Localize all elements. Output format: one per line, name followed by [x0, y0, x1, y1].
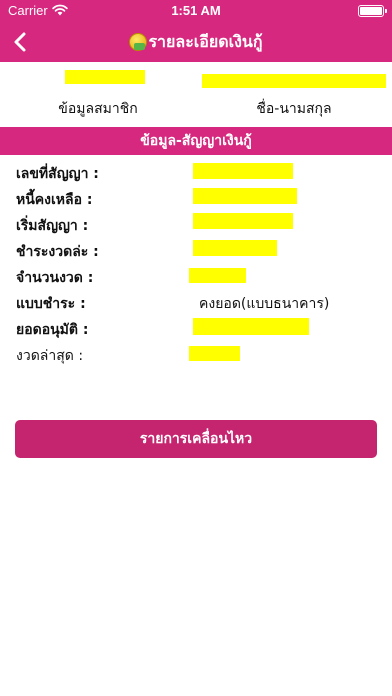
section-title: ข้อมูล-สัญญาเงินกู้: [140, 133, 252, 149]
loan-contract-section-header: ข้อมูล-สัญญาเงินกู้: [0, 127, 392, 155]
start-date-row: เริ่มสัญญา :: [0, 212, 392, 238]
balance-row: หนี้คงเหลือ :: [0, 186, 392, 212]
redacted-last-period: [189, 346, 240, 361]
payment-type-row: แบบชำระ : คงยอด(แบบธนาคาร): [0, 290, 392, 316]
redacted-installment: [193, 240, 277, 256]
approved-amount-row: ยอดอนุมัติ :: [0, 316, 392, 342]
last-period-label: งวดล่าสุด :: [16, 348, 84, 364]
status-bar: Carrier 1:51 AM: [0, 0, 392, 22]
redacted-periods: [189, 268, 246, 283]
clock: 1:51 AM: [171, 3, 221, 18]
member-info: ข้อมูลสมาชิก ชื่อ-นามสกุล: [0, 62, 392, 126]
battery-icon: [358, 5, 387, 17]
member-name-block: ชื่อ-นามสกุล: [196, 62, 392, 126]
redacted-member-id: [65, 70, 145, 84]
contract-number-label: เลขที่สัญญา :: [16, 166, 99, 182]
redacted-member-name: [202, 74, 386, 88]
approved-amount-label: ยอดอนุมัติ :: [16, 322, 89, 338]
navigation-bar: รายละเอียดเงินกู้: [0, 22, 392, 62]
member-name-label: ชื่อ-นามสกุล: [256, 101, 332, 117]
redacted-balance: [193, 188, 297, 204]
redacted-contract-number: [193, 163, 293, 179]
payment-type-value: คงยอด(แบบธนาคาร): [199, 296, 330, 312]
payment-type-label: แบบชำระ :: [16, 296, 86, 312]
installment-row: ชำระงวดล่ะ :: [0, 238, 392, 264]
transaction-history-button[interactable]: รายการเคลื่อนไหว: [15, 420, 377, 458]
balance-label: หนี้คงเหลือ :: [16, 192, 93, 208]
periods-label: จำนวนงวด :: [16, 270, 94, 286]
installment-label: ชำระงวดล่ะ :: [16, 244, 99, 260]
member-id-block: ข้อมูลสมาชิก: [0, 62, 196, 126]
redacted-start-date: [193, 213, 293, 229]
start-date-label: เริ่มสัญญา :: [16, 218, 89, 234]
periods-row: จำนวนงวด :: [0, 264, 392, 290]
member-id-value: [0, 68, 196, 86]
member-name-value: [196, 68, 392, 88]
contract-number-row: เลขที่สัญญา :: [0, 160, 392, 186]
money-coin-icon: [129, 33, 148, 51]
member-id-label: ข้อมูลสมาชิก: [58, 101, 138, 117]
nav-title-group: รายละเอียดเงินกู้: [0, 22, 392, 62]
last-period-row: งวดล่าสุด :: [0, 342, 392, 368]
page-title: รายละเอียดเงินกู้: [148, 31, 263, 51]
redacted-approved-amount: [193, 318, 309, 335]
